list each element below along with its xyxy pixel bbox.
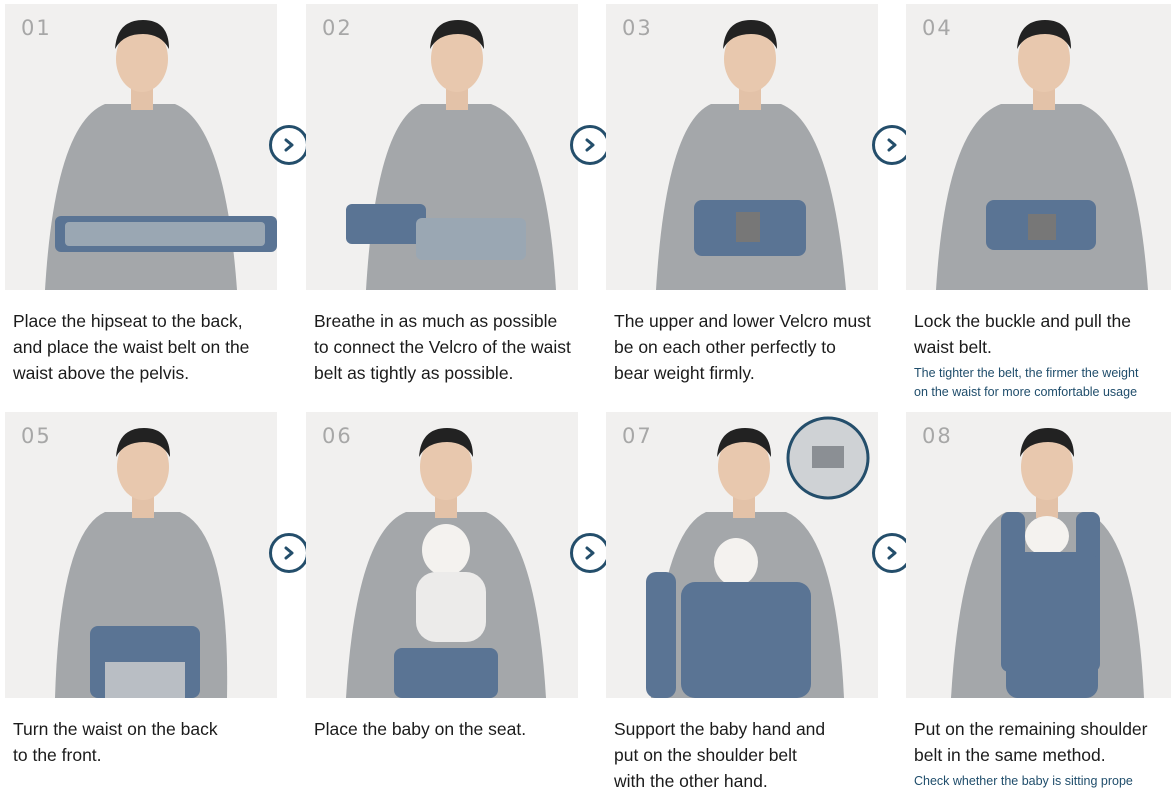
chevron-right-icon xyxy=(585,546,595,560)
step-description: The upper and lower Velcro must be on ea… xyxy=(614,311,871,383)
man-seating-baby-illustration xyxy=(346,428,546,698)
step-description: Put on the remaining shoulder belt in th… xyxy=(914,719,1148,765)
step-photo: 04 xyxy=(906,4,1171,290)
step-8: 08 Put on the remaining shoulder belt in… xyxy=(906,412,1171,791)
step-number: 03 xyxy=(622,16,653,40)
step-5: 05 Turn the waist on the back to the fro… xyxy=(5,412,277,768)
man-putting-on-shoulder-belt-illustration xyxy=(646,416,870,698)
step-number: 02 xyxy=(322,16,353,40)
step-6: 06 Place the baby on the seat. xyxy=(306,412,578,742)
step-photo: 07 xyxy=(606,412,878,698)
step-number: 04 xyxy=(922,16,953,40)
step-4: 04 Lock the buckle and pull the waist be… xyxy=(906,4,1171,402)
chevron-right-icon xyxy=(284,138,294,152)
chevron-right-icon xyxy=(887,546,897,560)
next-step-arrow-icon xyxy=(570,125,610,165)
step-2: 02 Breathe in as much as possible to con… xyxy=(306,4,578,386)
step-photo: 02 xyxy=(306,4,578,290)
step-number: 07 xyxy=(622,424,653,448)
step-number: 01 xyxy=(21,16,52,40)
step-1: 01 Place the hipseat to the back, and pl… xyxy=(5,4,277,386)
next-step-arrow-icon xyxy=(269,125,309,165)
step-3: 03 The upper and lower Velcro must be on… xyxy=(606,4,878,386)
step-number: 05 xyxy=(21,424,52,448)
step-description: Lock the buckle and pull the waist belt. xyxy=(914,311,1131,357)
next-step-arrow-icon xyxy=(570,533,610,573)
step-description: Support the baby hand and put on the sho… xyxy=(614,719,826,791)
step-note: The tighter the belt, the firmer the wei… xyxy=(914,366,1139,399)
step-description: Place the baby on the seat. xyxy=(314,719,527,739)
step-description: Breathe in as much as possible to connec… xyxy=(314,311,571,383)
man-fastening-velcro-illustration xyxy=(346,20,556,290)
step-photo: 01 xyxy=(5,4,277,290)
chevron-right-icon xyxy=(284,546,294,560)
chevron-right-icon xyxy=(585,138,595,152)
step-note: Check whether the baby is sitting prope xyxy=(914,774,1133,788)
man-with-velcro-aligned-illustration xyxy=(656,20,846,290)
step-number: 08 xyxy=(922,424,953,448)
step-description: Turn the waist on the back to the front. xyxy=(13,719,218,765)
step-photo: 08 xyxy=(906,412,1171,698)
step-number: 06 xyxy=(322,424,353,448)
step-photo: 06 xyxy=(306,412,578,698)
man-wearing-full-carrier-illustration xyxy=(951,428,1144,698)
step-photo: 03 xyxy=(606,4,878,290)
step-description: Place the hipseat to the back, and place… xyxy=(13,311,250,383)
next-step-arrow-icon xyxy=(269,533,309,573)
step-7: 07 Support the baby hand and put on the … xyxy=(606,412,878,794)
man-with-hipseat-front-illustration xyxy=(55,428,228,698)
chevron-right-icon xyxy=(887,138,897,152)
man-locking-buckle-illustration xyxy=(936,20,1148,290)
man-holding-waist-belt-illustration xyxy=(45,20,277,290)
step-photo: 05 xyxy=(5,412,277,698)
